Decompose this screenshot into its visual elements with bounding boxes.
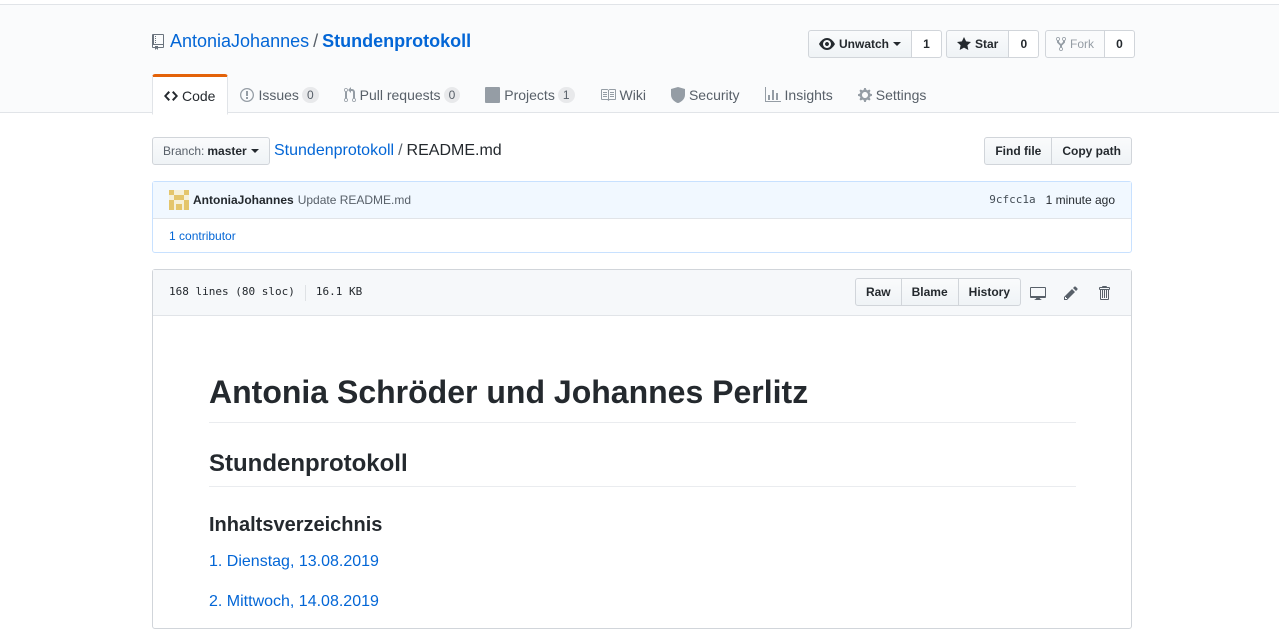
- commit-message-link[interactable]: Update README.md: [298, 193, 411, 207]
- fork-label: Fork: [1070, 37, 1094, 51]
- contributors-label: contributor: [179, 229, 236, 243]
- tab-code-label: Code: [182, 87, 216, 104]
- tab-issues[interactable]: Issues 0: [228, 74, 331, 114]
- commit-author-link[interactable]: AntoniaJohannes: [193, 193, 294, 207]
- file-header: 168 lines (80 sloc) 16.1 KB Raw Blame Hi…: [153, 270, 1131, 316]
- file-info-divider: [304, 285, 306, 301]
- desktop-icon[interactable]: [1029, 284, 1047, 302]
- gear-icon: [857, 87, 872, 103]
- fork-button[interactable]: Fork: [1045, 30, 1105, 58]
- breadcrumb-file: README.md: [406, 142, 502, 159]
- eye-icon: [819, 38, 835, 50]
- branch-value: master: [207, 144, 247, 158]
- unwatch-button[interactable]: Unwatch: [808, 30, 913, 58]
- history-button[interactable]: History: [958, 278, 1021, 306]
- file-icon-actions: [1014, 284, 1113, 302]
- commit-time: 1 minute ago: [1045, 193, 1115, 207]
- pulls-counter: 0: [443, 87, 461, 103]
- tab-insights[interactable]: Insights: [753, 74, 846, 114]
- star-label: Star: [975, 37, 999, 51]
- file-info: 168 lines (80 sloc) 16.1 KB: [169, 285, 362, 301]
- star-group: Star 0: [946, 30, 1040, 58]
- issues-counter: 0: [301, 87, 319, 103]
- tab-projects-label: Projects: [504, 87, 555, 103]
- chevron-down-icon: [250, 149, 259, 153]
- tab-pull-requests-label: Pull requests: [359, 87, 441, 103]
- toc-link[interactable]: 2. Mittwoch, 14.08.2019: [209, 592, 1076, 612]
- tab-wiki[interactable]: Wiki: [588, 74, 659, 114]
- file-navigation: Branch: master Stundenprotokoll / README.m…: [152, 137, 1132, 165]
- blame-button[interactable]: Blame: [901, 278, 959, 306]
- find-file-button[interactable]: Find file: [984, 137, 1053, 165]
- commit-sha-link[interactable]: 9cfcc1a: [989, 193, 1035, 207]
- repo-owner-link[interactable]: AntoniaJohannes: [170, 31, 309, 52]
- fork-count[interactable]: 0: [1105, 30, 1135, 58]
- pull-request-icon: [343, 87, 356, 103]
- readme-subtitle: Stundenprotokoll: [209, 450, 1076, 488]
- star-icon: [957, 37, 971, 50]
- readme-title: Antonia Schröder und Johannes Perlitz: [209, 373, 1076, 424]
- file-lines: 168 lines (80 sloc): [169, 285, 295, 298]
- star-button[interactable]: Star: [946, 30, 1010, 58]
- tab-code[interactable]: Code: [152, 74, 229, 115]
- toc-list: 1. Dienstag, 13.08.2019 2. Mittwoch, 14.…: [209, 552, 1076, 612]
- file-actions: Raw Blame History: [854, 278, 1021, 306]
- raw-button[interactable]: Raw: [854, 278, 902, 306]
- file-size: 16.1 KB: [315, 285, 363, 298]
- tab-projects[interactable]: Projects 1: [473, 74, 587, 114]
- breadcrumb-separator: /: [398, 142, 403, 159]
- repo-title-separator: /: [313, 31, 319, 51]
- repo-header: AntoniaJohannes / Stundenprotokoll Unwat…: [0, 4, 1279, 115]
- readme-toc-heading: Inhaltsverzeichnis: [209, 514, 383, 537]
- latest-commit: AntoniaJohannes Update README.md 9cfcc1a…: [153, 182, 1131, 219]
- copy-path-button[interactable]: Copy path: [1052, 137, 1132, 165]
- tab-security-label: Security: [688, 87, 740, 103]
- trash-icon[interactable]: [1095, 284, 1113, 302]
- breadcrumb-repo-link[interactable]: Stundenprotokoll: [274, 142, 394, 159]
- tab-settings[interactable]: Settings: [846, 74, 940, 114]
- file-viewer: 168 lines (80 sloc) 16.1 KB Raw Blame Hi…: [152, 269, 1132, 629]
- unwatch-label: Unwatch: [839, 37, 890, 51]
- star-count[interactable]: 0: [1009, 30, 1040, 58]
- graph-icon: [764, 87, 781, 103]
- toc-link[interactable]: 1. Dienstag, 13.08.2019: [209, 552, 1076, 572]
- code-icon: [164, 88, 178, 104]
- tab-security[interactable]: Security: [659, 74, 753, 114]
- tab-insights-label: Insights: [784, 87, 833, 103]
- commit-tease: AntoniaJohannes Update README.md 9cfcc1a…: [152, 181, 1132, 253]
- project-icon: [485, 87, 501, 103]
- branch-label: Branch:: [163, 144, 205, 158]
- tab-pull-requests[interactable]: Pull requests 0: [332, 74, 474, 114]
- readme-content: Antonia Schröder und Johannes Perlitz St…: [209, 316, 1076, 632]
- contributors-row: 1 contributor: [153, 219, 1131, 253]
- tab-wiki-label: Wiki: [619, 87, 646, 103]
- repo-icon: [152, 33, 164, 50]
- watch-count[interactable]: 1: [912, 30, 943, 58]
- watch-group: Unwatch 1: [808, 30, 943, 58]
- issue-icon: [240, 87, 255, 103]
- shield-icon: [670, 87, 685, 103]
- pencil-icon[interactable]: [1062, 284, 1080, 302]
- avatar[interactable]: [169, 190, 189, 210]
- book-icon: [600, 87, 616, 103]
- tab-issues-label: Issues: [258, 87, 299, 103]
- repo-name-link[interactable]: Stundenprotokoll: [322, 31, 471, 52]
- file-nav-actions: Find file Copy path: [984, 137, 1132, 165]
- fork-icon: [1056, 36, 1066, 52]
- repo-title: AntoniaJohannes / Stundenprotokoll: [152, 31, 471, 52]
- chevron-down-icon: [893, 42, 902, 46]
- tab-settings-label: Settings: [875, 87, 927, 103]
- contributors-count: 1: [169, 229, 176, 243]
- breadcrumb: Stundenprotokoll / README.md: [274, 142, 502, 160]
- fork-group: Fork 0: [1045, 30, 1135, 58]
- branch-select-button[interactable]: Branch: master: [152, 137, 270, 165]
- repo-nav: Code Issues 0 Pull requests 0 Projects 1: [152, 74, 940, 115]
- contributors-link[interactable]: 1 contributor: [169, 229, 236, 243]
- projects-counter: 1: [557, 87, 575, 103]
- commit-meta: 9cfcc1a 1 minute ago: [989, 193, 1115, 207]
